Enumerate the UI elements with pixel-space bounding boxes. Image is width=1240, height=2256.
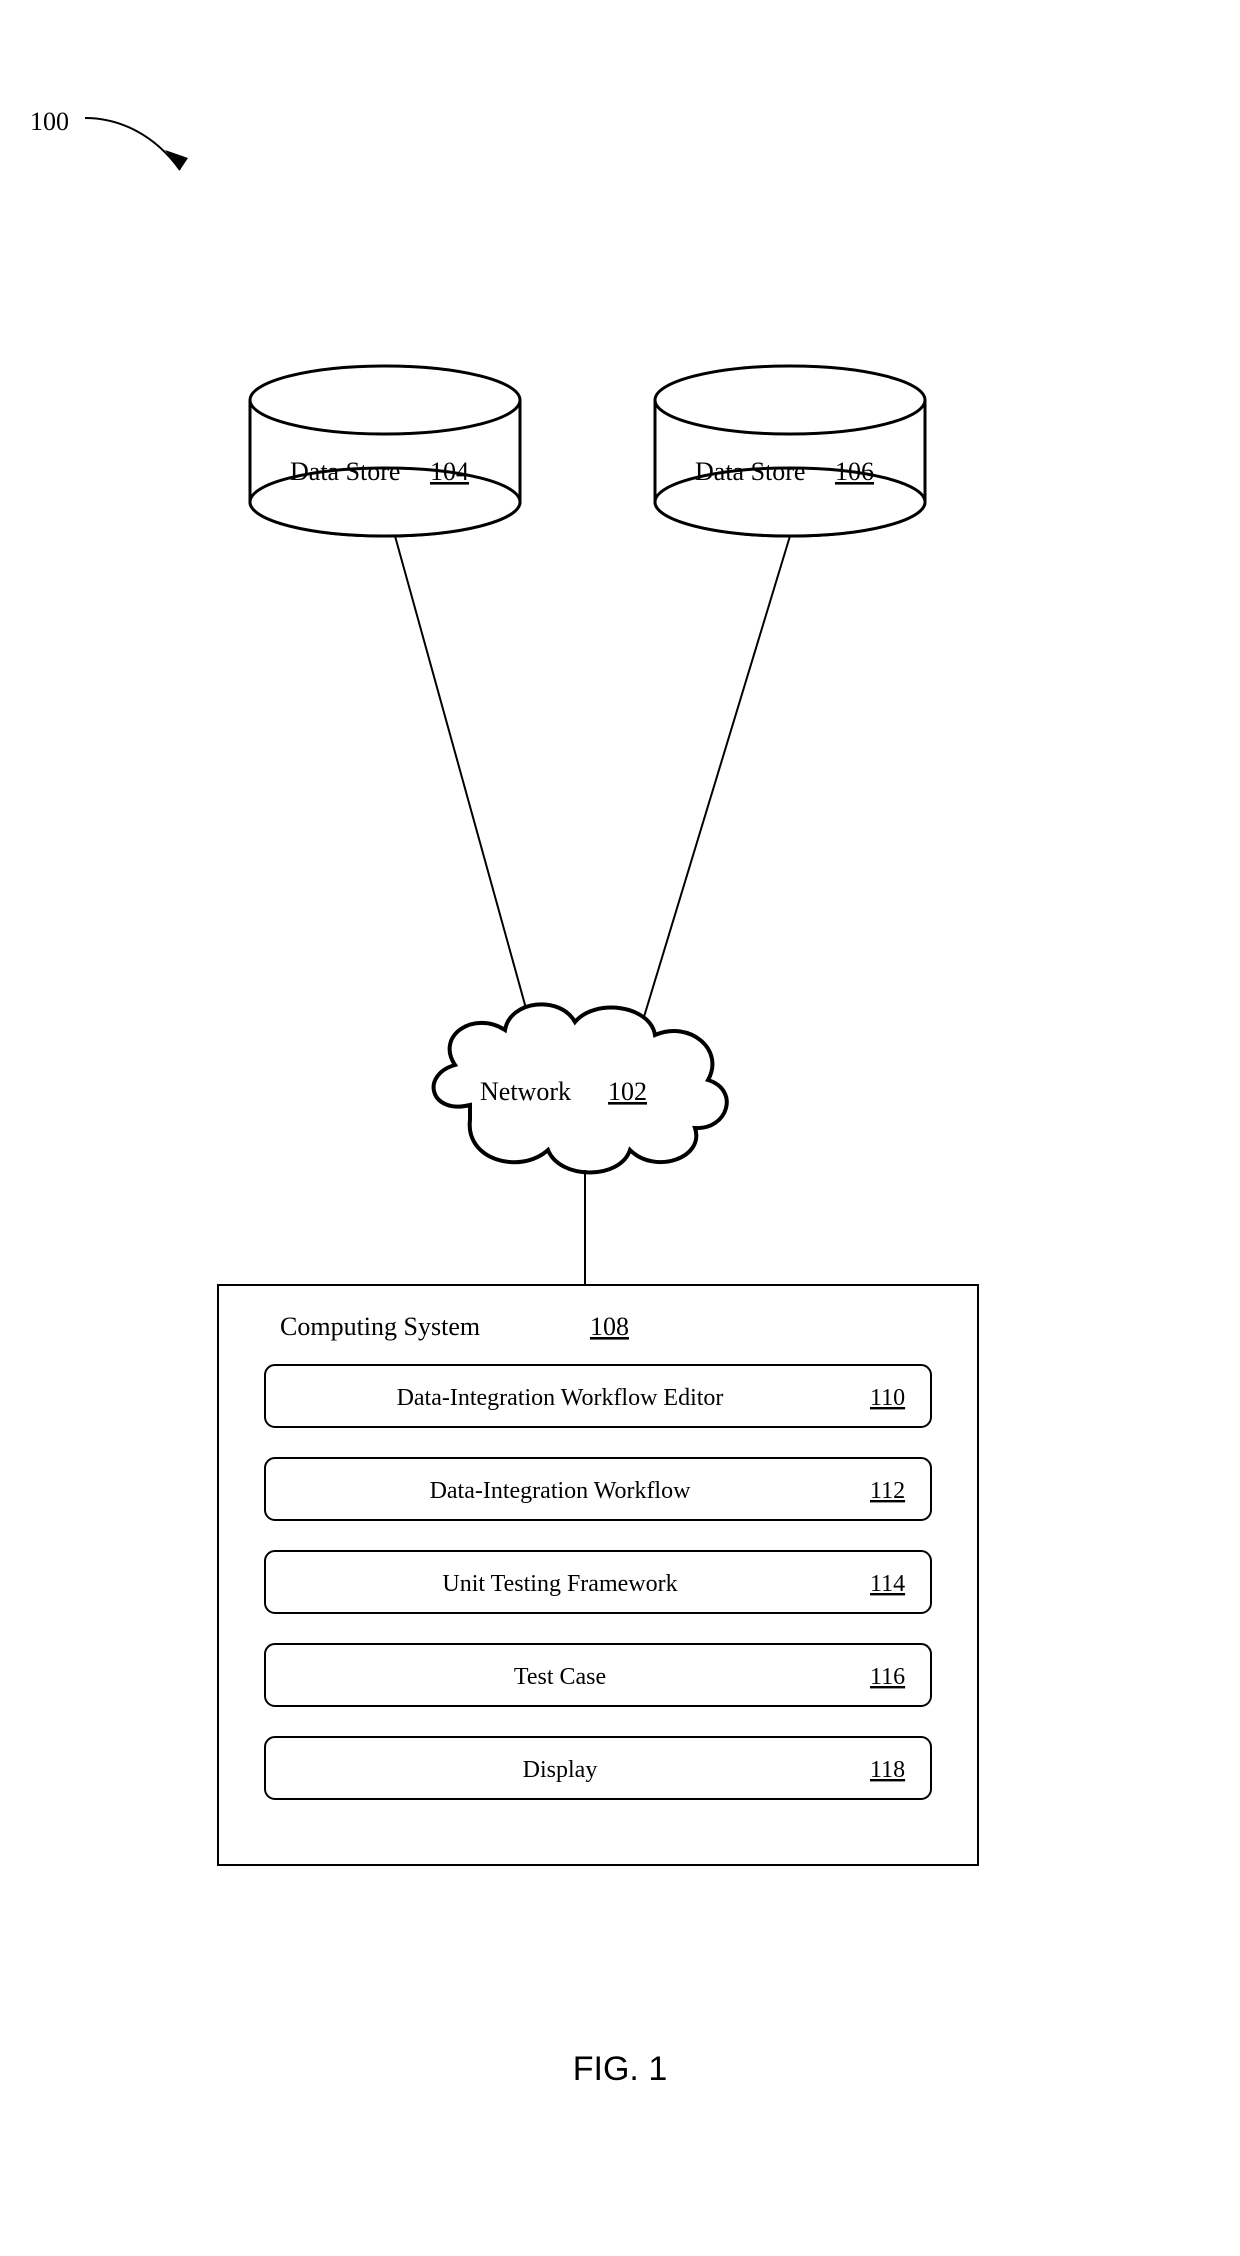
figure-caption: FIG. 1 <box>573 2050 667 2088</box>
figure-id: 100 <box>30 107 69 136</box>
row-116-label: Test Case <box>514 1664 606 1690</box>
network-label: Network <box>480 1077 571 1106</box>
row-110-label: Data-Integration Workflow Editor <box>397 1385 724 1411</box>
datastore-106: Data Store 106 <box>655 366 925 536</box>
datastore-104-label: Data Store <box>290 457 400 486</box>
row-110-ref: 110 <box>870 1385 905 1411</box>
row-118-label: Display <box>523 1757 598 1783</box>
computing-system: Computing System 108 Data-Integration Wo… <box>218 1285 978 1865</box>
datastore-106-label: Data Store <box>695 457 805 486</box>
row-118: Display 118 <box>265 1737 931 1799</box>
row-114-label: Unit Testing Framework <box>442 1571 677 1597</box>
row-112: Data-Integration Workflow 112 <box>265 1458 931 1520</box>
row-110: Data-Integration Workflow Editor 110 <box>265 1365 931 1427</box>
row-118-ref: 118 <box>870 1757 905 1783</box>
network-cloud: Network 102 <box>434 1004 727 1172</box>
row-116-ref: 116 <box>870 1664 905 1690</box>
datastore-104-ref: 104 <box>430 457 469 486</box>
row-114: Unit Testing Framework 114 <box>265 1551 931 1613</box>
figure-ref-arrow: 100 <box>30 107 188 170</box>
datastore-104: Data Store 104 <box>250 366 520 536</box>
row-112-ref: 112 <box>870 1478 905 1504</box>
connector-ds104-network <box>395 536 532 1030</box>
row-116: Test Case 116 <box>265 1644 931 1706</box>
row-112-label: Data-Integration Workflow <box>430 1478 692 1504</box>
computing-label: Computing System <box>280 1312 480 1341</box>
connector-ds106-network <box>640 536 790 1030</box>
computing-ref: 108 <box>590 1312 629 1341</box>
datastore-106-ref: 106 <box>835 457 874 486</box>
network-ref: 102 <box>608 1077 647 1106</box>
row-114-ref: 114 <box>870 1571 905 1597</box>
